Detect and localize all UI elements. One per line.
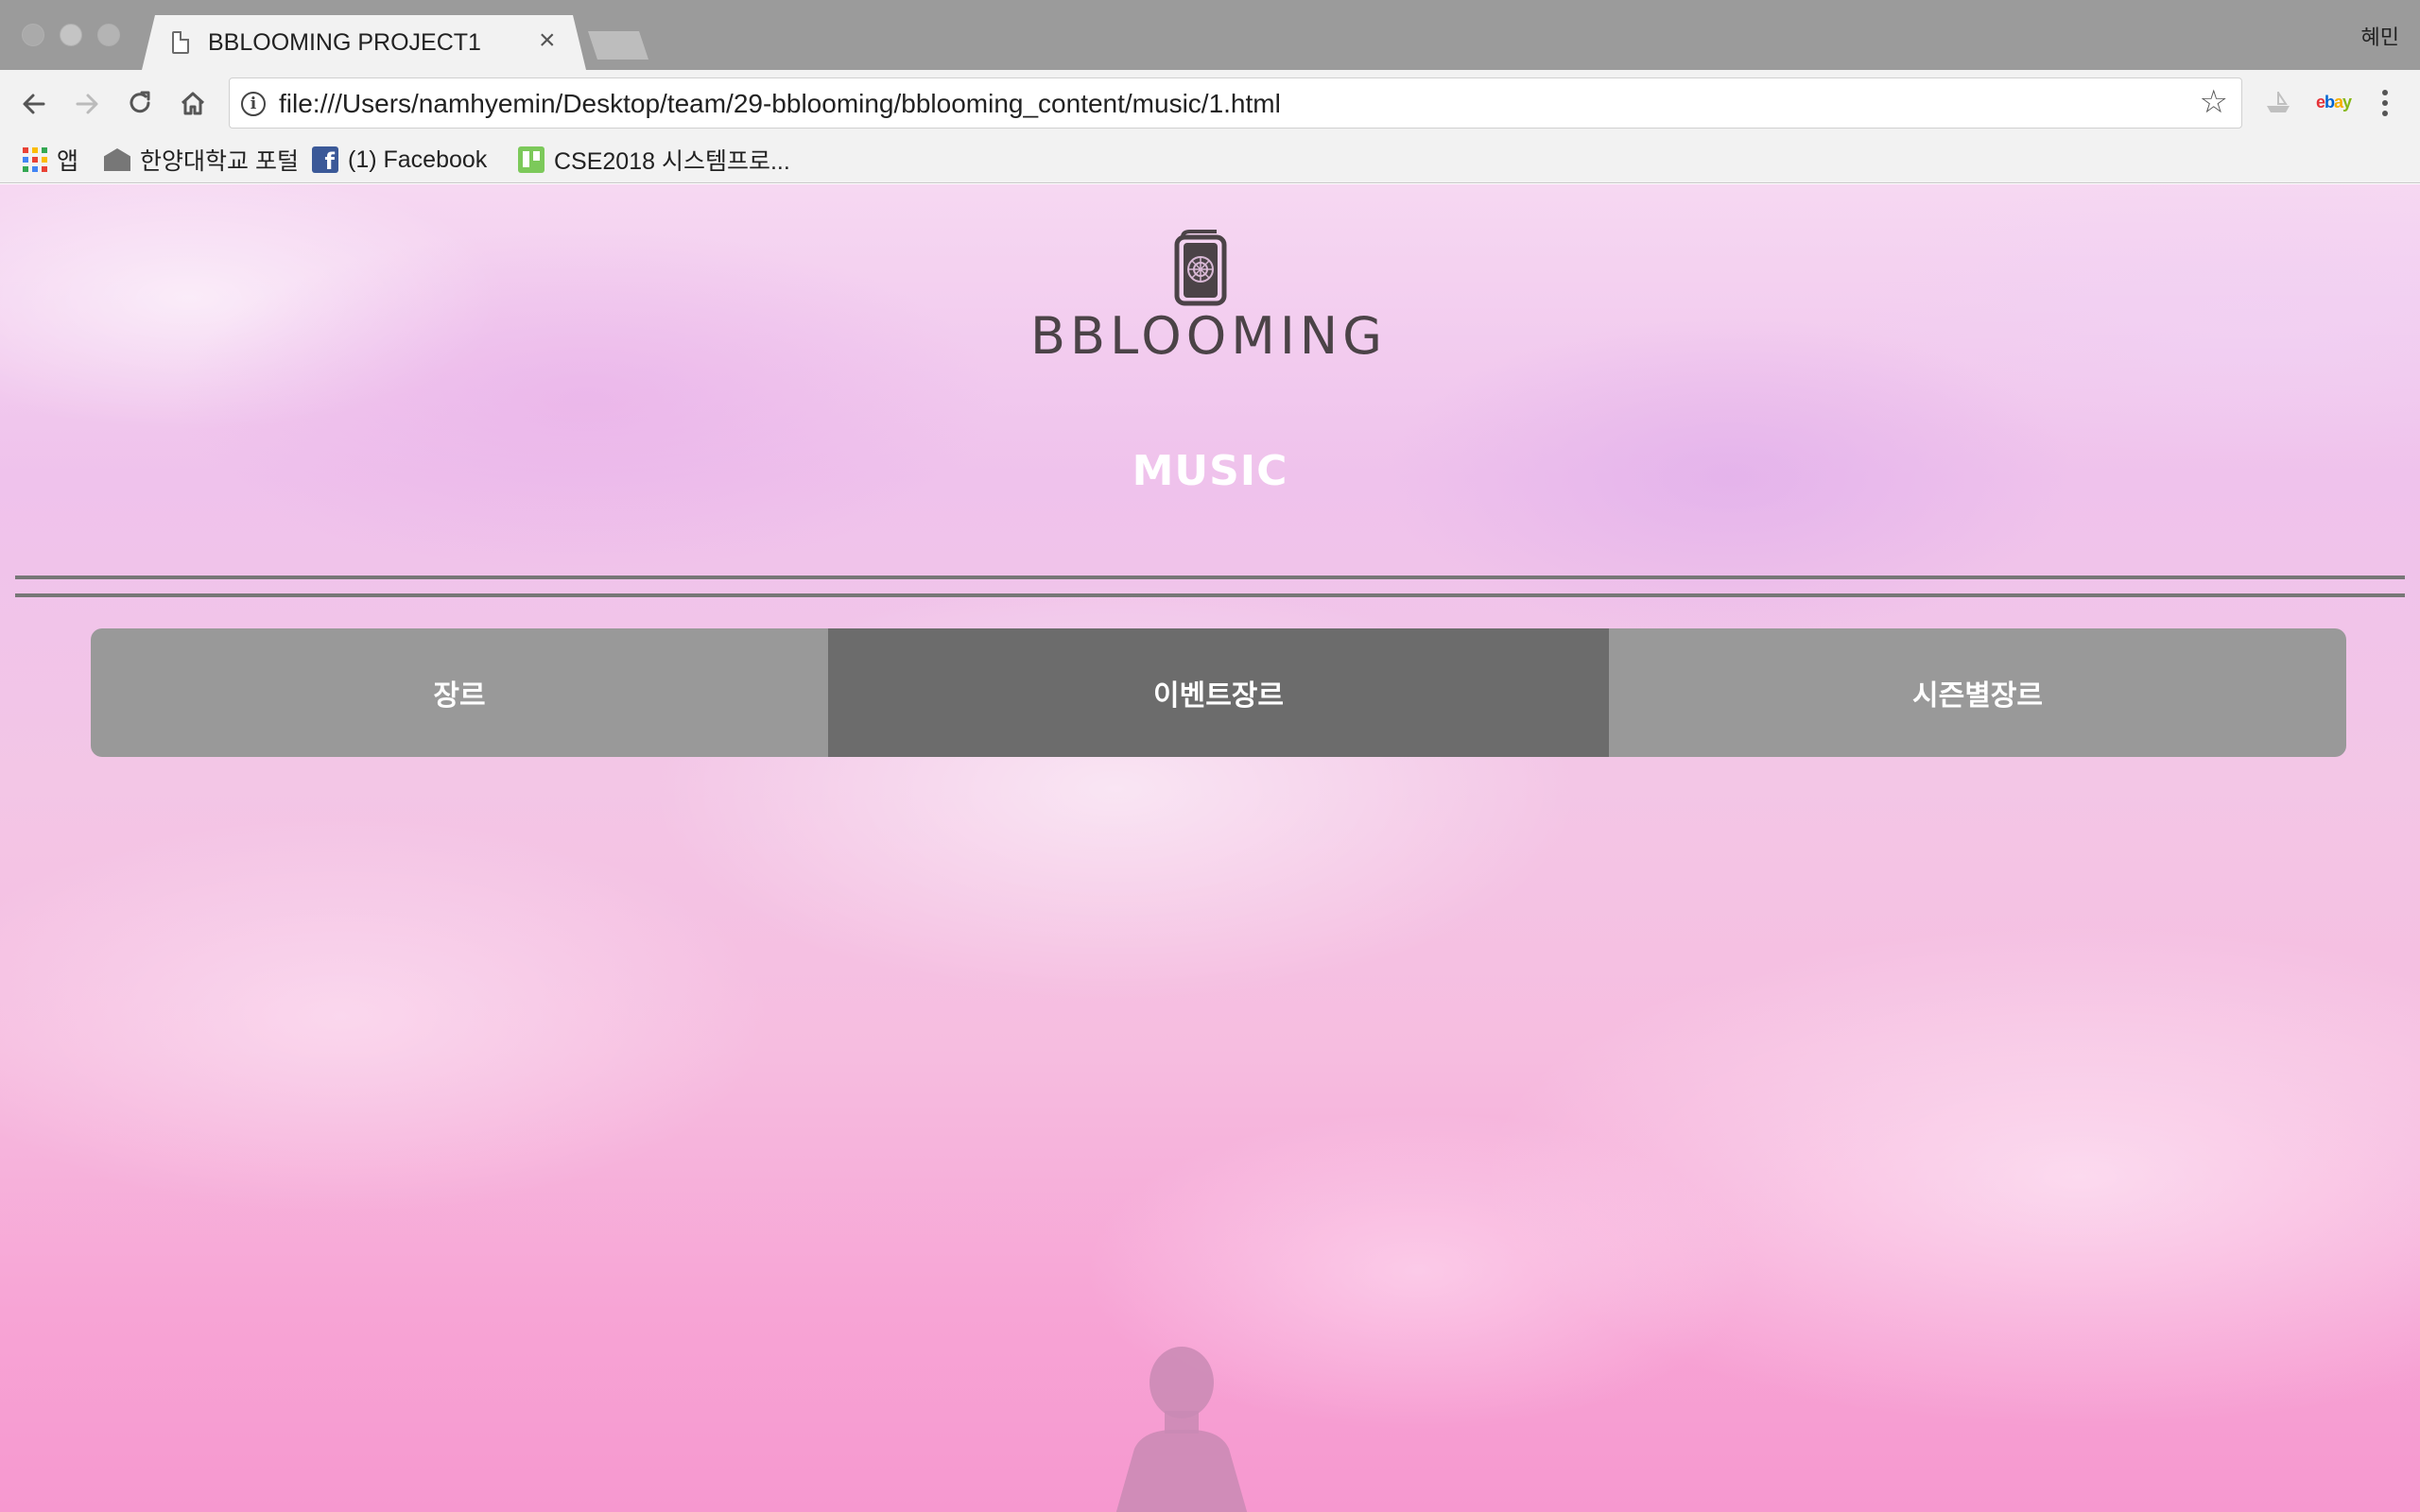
- divider-line: [15, 576, 2405, 579]
- new-tab-button[interactable]: [588, 31, 648, 60]
- close-window-button[interactable]: [22, 24, 44, 46]
- ebay-e: e: [2316, 93, 2325, 112]
- tab-close-icon[interactable]: ×: [539, 26, 556, 55]
- bookmark-label: (1) Facebook: [348, 146, 488, 173]
- ebay-extension-icon[interactable]: ebay: [2316, 93, 2352, 112]
- divider-line: [15, 593, 2405, 597]
- facebook-icon: f: [312, 146, 338, 175]
- person-silhouette-image: [1115, 1347, 1248, 1512]
- tab-title: BBLOOMING PROJECT1: [208, 29, 481, 56]
- url-text[interactable]: file:///Users/namhyemin/Desktop/team/29-…: [279, 89, 1281, 119]
- page-icon: [172, 31, 189, 54]
- bookmark-label: CSE2018 시스템프로...: [554, 148, 790, 175]
- ebay-y: y: [2342, 93, 2352, 112]
- book-logo-icon: [1174, 230, 1227, 306]
- ship-extension-icon[interactable]: [2263, 89, 2293, 115]
- forward-arrow-icon[interactable]: [70, 87, 104, 121]
- profile-name[interactable]: 혜민: [2361, 21, 2399, 51]
- bookmark-cse2018[interactable]: CSE2018 시스템프로...: [518, 142, 790, 178]
- tab-event-genre[interactable]: 이벤트장르: [828, 628, 1609, 757]
- back-arrow-icon[interactable]: [17, 87, 51, 121]
- bookmark-label: 앱: [57, 148, 79, 175]
- page-content: BBLOOMING MUSIC 장르 이벤트장르 시즌별장르: [0, 184, 2420, 1512]
- trello-icon: [518, 146, 544, 173]
- maximize-window-button[interactable]: [97, 24, 120, 46]
- info-icon[interactable]: i: [241, 92, 266, 116]
- browser-tab[interactable]: BBLOOMING PROJECT1 ×: [142, 15, 586, 70]
- tab-genre[interactable]: 장르: [91, 628, 828, 757]
- browser-tab-bar: BBLOOMING PROJECT1 × 혜민: [0, 0, 2420, 70]
- home-icon[interactable]: [176, 87, 210, 121]
- minimize-window-button[interactable]: [60, 24, 82, 46]
- bookmark-apps[interactable]: 앱: [23, 142, 78, 178]
- bookmarks-bar: 앱 한양대학교 포털 f (1) Facebook CSE2018 시스템프로.…: [0, 138, 2420, 183]
- bookmark-star-icon[interactable]: ☆: [2200, 86, 2228, 118]
- site-logo[interactable]: BBLOOMING: [1030, 230, 1388, 366]
- apps-grid-icon: [23, 147, 47, 172]
- logo-text: BBLOOMING: [1030, 306, 1388, 366]
- page-title: MUSIC: [1132, 447, 1288, 495]
- address-bar[interactable]: i file:///Users/namhyemin/Desktop/team/2…: [229, 77, 2242, 129]
- genre-tabs: 장르 이벤트장르 시즌별장르: [91, 628, 2346, 757]
- university-icon: [104, 148, 130, 171]
- tab-seasonal-genre[interactable]: 시즌별장르: [1609, 628, 2346, 757]
- ebay-b: b: [2325, 93, 2335, 112]
- bookmark-label: 한양대학교 포털: [140, 148, 299, 175]
- ebay-a: a: [2334, 93, 2343, 112]
- menu-dots-icon[interactable]: [2377, 87, 2393, 119]
- bookmark-hanyang-portal[interactable]: 한양대학교 포털: [104, 142, 299, 178]
- bookmark-facebook[interactable]: f (1) Facebook: [312, 142, 487, 178]
- browser-toolbar: i file:///Users/namhyemin/Desktop/team/2…: [0, 70, 2420, 138]
- reload-icon[interactable]: [123, 87, 157, 121]
